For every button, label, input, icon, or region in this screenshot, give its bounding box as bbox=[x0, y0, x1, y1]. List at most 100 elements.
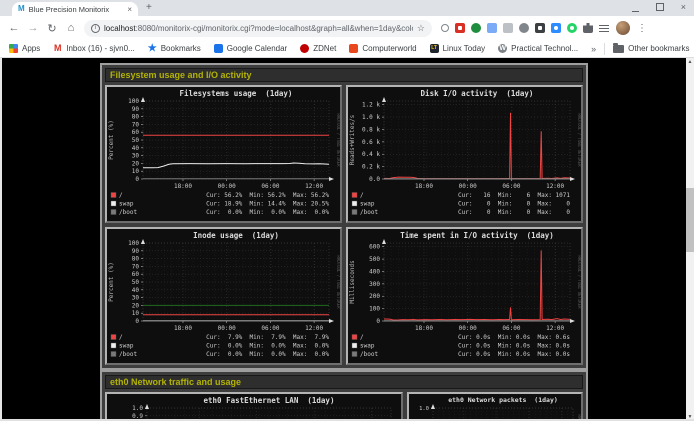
svg-text:60: 60 bbox=[132, 129, 140, 136]
page-scrollbar[interactable]: ▲ ▼ bbox=[686, 58, 694, 421]
extensions-puzzle-icon[interactable] bbox=[583, 23, 593, 33]
section-filesystem: Filesystem usage and I/O activity 010203… bbox=[100, 63, 588, 370]
bookmark-computerworld[interactable]: Computerworld bbox=[349, 44, 416, 53]
bookmark-star-icon[interactable]: ☆ bbox=[417, 23, 425, 34]
page-info-icon[interactable]: i bbox=[91, 24, 100, 33]
svg-text:Filesystems usage (1day): Filesystems usage (1day) bbox=[180, 89, 293, 98]
svg-text:/boot: /boot bbox=[360, 209, 378, 216]
svg-text:300: 300 bbox=[369, 281, 380, 288]
svg-text:400: 400 bbox=[369, 268, 380, 275]
bookmark-practical-technology[interactable]: WPractical Technol... bbox=[498, 44, 578, 53]
tune-extension-icon[interactable] bbox=[599, 23, 609, 33]
svg-text:18:00: 18:00 bbox=[415, 183, 433, 190]
reload-icon[interactable]: ↻ bbox=[46, 22, 58, 35]
bookmark-bookmarks[interactable]: ★Bookmarks bbox=[148, 44, 201, 53]
svg-text:Time spent in I/O activity (1: Time spent in I/O activity (1day) bbox=[400, 231, 554, 240]
linux-today-icon: LT bbox=[430, 44, 439, 53]
svg-text:00:00: 00:00 bbox=[218, 183, 236, 190]
svg-text:06:00: 06:00 bbox=[261, 183, 279, 190]
magnifier-extension-icon[interactable] bbox=[441, 24, 449, 32]
svg-text:/: / bbox=[360, 192, 364, 199]
svg-text:0.6 k: 0.6 k bbox=[362, 139, 380, 146]
screenshot-extension-icon[interactable] bbox=[535, 23, 545, 33]
svg-text:12:00: 12:00 bbox=[305, 325, 323, 332]
messenger-extension-icon[interactable] bbox=[567, 23, 577, 33]
svg-text:0: 0 bbox=[135, 176, 139, 183]
bookmark-zdnet[interactable]: ZDNet bbox=[300, 44, 336, 53]
svg-text:Cur: 0.0s Min: 0.0s Max: 0.0: Cur: 0.0s Min: 0.0s Max: 0.0s bbox=[458, 343, 570, 350]
svg-text:/: / bbox=[360, 334, 364, 341]
back-icon[interactable]: ← bbox=[8, 22, 20, 34]
bookmark-inbox[interactable]: MInbox (16) - sjvn0... bbox=[53, 44, 134, 53]
svg-text:60: 60 bbox=[132, 271, 140, 278]
maximize-button[interactable] bbox=[656, 3, 664, 11]
minimize-button[interactable] bbox=[632, 3, 639, 12]
svg-text:swap: swap bbox=[119, 201, 134, 208]
bookmark-apps[interactable]: Apps bbox=[9, 44, 40, 53]
address-bar[interactable]: i localhost:8080/monitorix-cgi/monitorix… bbox=[84, 20, 432, 37]
calendar-icon bbox=[214, 44, 223, 53]
bookmarks-overflow-icon[interactable]: » bbox=[591, 44, 596, 54]
svg-text:200: 200 bbox=[369, 293, 380, 300]
svg-text:RRDTOOL / TOBI OETIKER: RRDTOOL / TOBI OETIKER bbox=[336, 256, 340, 310]
forward-icon[interactable]: → bbox=[27, 22, 39, 34]
time-spent-io-chart[interactable]: 010020030040050060018:0000:0006:0012:00T… bbox=[346, 227, 583, 365]
bookmark-google-calendar[interactable]: Google Calendar bbox=[214, 44, 287, 53]
svg-text:10: 10 bbox=[132, 310, 140, 317]
gmail-icon: M bbox=[53, 44, 62, 53]
svg-text:Reads+Writes/s: Reads+Writes/s bbox=[349, 114, 356, 165]
inode-usage-chart[interactable]: 010203040506070809010018:0000:0006:0012:… bbox=[105, 227, 342, 365]
browser-menu-icon[interactable]: ⋮ bbox=[637, 23, 647, 34]
eth0-packets-chart[interactable]: 0.00.20.40.60.81.018:0000:0006:0012:00et… bbox=[407, 392, 583, 421]
svg-text:1.2 k: 1.2 k bbox=[362, 102, 380, 109]
disk-io-activity-chart[interactable]: 0.00.2 k0.4 k0.6 k0.8 k1.0 k1.2 k18:0000… bbox=[346, 85, 583, 223]
other-bookmarks[interactable]: Other bookmarks bbox=[613, 44, 689, 53]
scroll-up-icon[interactable]: ▲ bbox=[686, 58, 694, 66]
svg-text:50: 50 bbox=[132, 279, 140, 286]
bookmarks-divider bbox=[604, 43, 605, 55]
svg-text:Percent (%): Percent (%) bbox=[108, 120, 115, 160]
svg-text:00:00: 00:00 bbox=[218, 325, 236, 332]
svg-text:100: 100 bbox=[128, 240, 139, 247]
chat-extension-icon[interactable] bbox=[551, 23, 561, 33]
bookmark-linux-today[interactable]: LTLinux Today bbox=[430, 44, 486, 53]
svg-text:00:00: 00:00 bbox=[459, 325, 477, 332]
extensions-row bbox=[441, 23, 609, 33]
svg-text:swap: swap bbox=[119, 343, 134, 350]
monitorix-page: Filesystem usage and I/O activity 010203… bbox=[0, 58, 686, 421]
eth0-traffic-chart[interactable]: 0.00.10.20.30.40.50.60.70.80.91.018:0000… bbox=[105, 392, 403, 421]
tab-title: Blue Precision Monitorix bbox=[29, 5, 124, 14]
star-icon: ★ bbox=[148, 44, 157, 53]
browser-tab[interactable]: M Blue Precision Monitorix × bbox=[12, 2, 138, 16]
svg-text:18:00: 18:00 bbox=[174, 325, 192, 332]
browser-window: M Blue Precision Monitorix × + × ← → ↻ ⌂… bbox=[0, 0, 694, 421]
monitorix-favicon: M bbox=[18, 4, 25, 14]
svg-text:0: 0 bbox=[376, 318, 380, 325]
browser-titlebar: M Blue Precision Monitorix × + × bbox=[0, 0, 694, 16]
camera-extension-icon[interactable] bbox=[519, 23, 529, 33]
svg-text:12:00: 12:00 bbox=[546, 183, 564, 190]
scrollbar-thumb[interactable] bbox=[686, 188, 694, 252]
svg-text:1.0 k: 1.0 k bbox=[362, 114, 380, 121]
svg-text:RRDTOOL / TOBI OETIKER: RRDTOOL / TOBI OETIKER bbox=[577, 114, 581, 168]
url-text: localhost:8080/monitorix-cgi/monitorix.c… bbox=[104, 24, 413, 33]
svg-text:100: 100 bbox=[128, 98, 139, 105]
profile-avatar[interactable] bbox=[616, 21, 630, 35]
home-icon[interactable]: ⌂ bbox=[65, 22, 77, 34]
svg-text:20: 20 bbox=[132, 302, 140, 309]
gmail-extension-icon[interactable] bbox=[455, 23, 465, 33]
url-host: localhost bbox=[104, 24, 136, 33]
filesystems-usage-chart[interactable]: 010203040506070809010018:0000:0006:0012:… bbox=[105, 85, 342, 223]
globe-extension-icon[interactable] bbox=[471, 23, 481, 33]
svg-text:30: 30 bbox=[132, 153, 140, 160]
new-tab-button[interactable]: + bbox=[146, 2, 152, 13]
svg-text:Milliseconds: Milliseconds bbox=[349, 260, 356, 304]
window-controls: × bbox=[632, 2, 686, 12]
bookmarks-bar: Apps MInbox (16) - sjvn0... ★Bookmarks G… bbox=[0, 40, 694, 58]
pages-extension-icon[interactable] bbox=[487, 23, 497, 33]
svg-text:06:00: 06:00 bbox=[261, 325, 279, 332]
tab-close-icon[interactable]: × bbox=[127, 5, 132, 14]
svg-text:swap: swap bbox=[360, 201, 375, 208]
gray-square-extension-icon[interactable] bbox=[503, 23, 513, 33]
close-button[interactable]: × bbox=[681, 2, 686, 12]
